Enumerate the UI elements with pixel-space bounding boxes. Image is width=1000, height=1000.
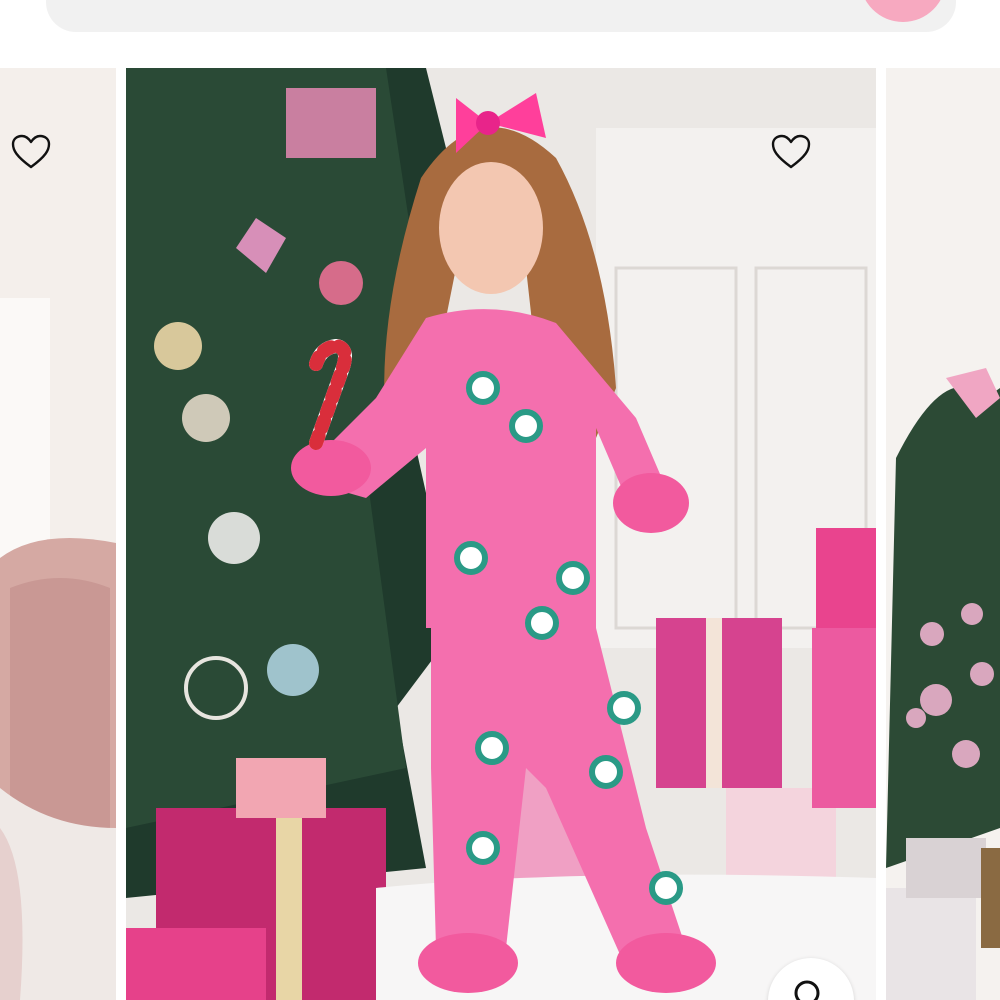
- product-card-next[interactable]: [886, 68, 1000, 1000]
- top-bar: [0, 0, 1000, 66]
- product-card-previous[interactable]: [0, 68, 116, 1000]
- heart-outline-icon: [771, 134, 811, 169]
- product-image-next: [886, 68, 1000, 1000]
- product-image-carousel[interactable]: [0, 68, 1000, 1000]
- product-card-current[interactable]: [126, 68, 876, 1000]
- product-image-previous: [0, 68, 116, 1000]
- heart-outline-icon: [11, 134, 51, 169]
- product-image: [126, 68, 876, 1000]
- search-icon: [794, 980, 820, 1000]
- favorite-button[interactable]: [771, 134, 811, 170]
- favorite-button[interactable]: [11, 134, 51, 170]
- search-input[interactable]: [46, 0, 956, 32]
